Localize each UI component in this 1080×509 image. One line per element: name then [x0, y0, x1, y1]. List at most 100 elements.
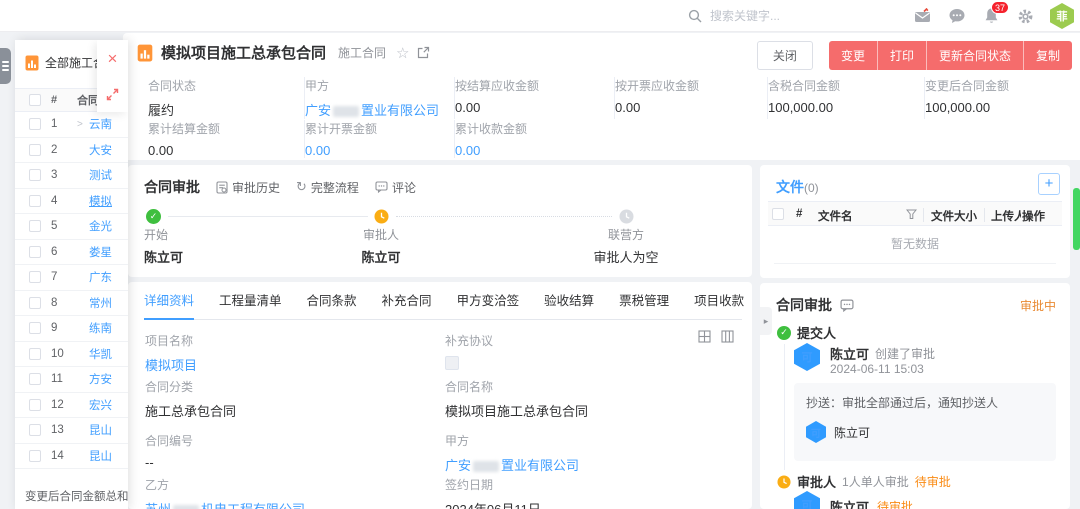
global-search[interactable]	[688, 0, 840, 32]
row-checkbox[interactable]	[29, 169, 41, 181]
col-index: #	[51, 94, 77, 106]
copy-button[interactable]: 复制	[1023, 41, 1072, 70]
party-a-link[interactable]: 广安置业有限公司	[445, 455, 579, 474]
close-button[interactable]: 关闭	[757, 41, 813, 70]
tab-party-a-changes[interactable]: 甲方变洽签	[457, 282, 520, 320]
files-col-index: #	[796, 208, 802, 220]
filter-funnel-icon[interactable]	[906, 209, 917, 220]
project-link[interactable]: 模拟项目	[145, 355, 197, 374]
sidebar-collapse-handle[interactable]	[0, 48, 11, 84]
panel-collapse-handle[interactable]: ▸	[760, 307, 772, 335]
notifications-bell-icon[interactable]: 37	[982, 7, 1000, 25]
row-checkbox[interactable]	[29, 297, 41, 309]
total-received-link[interactable]: 0.00	[455, 143, 605, 158]
contract-link[interactable]: 华凯	[89, 346, 112, 362]
external-link-icon[interactable]	[417, 46, 430, 59]
row-index: 13	[51, 424, 77, 436]
row-checkbox[interactable]	[29, 348, 41, 360]
table-row: 8常州	[15, 291, 128, 317]
row-index: 7	[51, 271, 77, 283]
total-invoiced-link[interactable]: 0.00	[305, 143, 444, 158]
history-doc-icon	[216, 181, 228, 194]
close-icon[interactable]: ×	[97, 40, 128, 76]
row-checkbox[interactable]	[29, 118, 41, 130]
supplement-checkbox[interactable]	[445, 356, 459, 370]
search-input[interactable]	[710, 9, 840, 23]
comments-link[interactable]: 评论	[375, 179, 416, 196]
row-checkbox[interactable]	[29, 144, 41, 156]
row-checkbox[interactable]	[29, 246, 41, 258]
mail-icon[interactable]	[914, 7, 932, 25]
contract-link[interactable]: 测试	[89, 167, 112, 183]
contract-link[interactable]: 大安	[89, 142, 112, 158]
tab-bar: 详细资料 工程量清单 合同条款 补充合同 甲方变洽签 验收结算 票税管理 项目收…	[144, 282, 742, 320]
favorite-star-icon[interactable]: ☆	[396, 44, 409, 62]
scrollbar-thumb[interactable]	[1073, 188, 1080, 250]
tab-receipts[interactable]: 项目收款	[694, 282, 744, 320]
row-checkbox[interactable]	[29, 373, 41, 385]
contract-table: # 合同 1 > 云南 2大安 3测试 4模拟 5金光 6娄星 7广东 8常州 …	[15, 88, 128, 469]
approval-timeline-panel: 合同审批 审批中 ▸ ✓ 提交人 可 陈立可 创建了审批 2024-06-11 …	[760, 283, 1070, 509]
full-process-link[interactable]: ↻ 完整流程	[296, 179, 359, 196]
row-checkbox[interactable]	[29, 399, 41, 411]
chat-icon[interactable]	[948, 7, 966, 25]
table-row: 13 昆山	[15, 418, 128, 444]
row-checkbox[interactable]	[29, 450, 41, 462]
table-row: 9练南	[15, 316, 128, 342]
contract-link[interactable]: 常州	[89, 295, 112, 311]
contract-link[interactable]: 练南	[89, 320, 112, 336]
contract-list-sidebar: 全部施工合同 × # 合同 1 > 云南 2大安 3测试	[15, 40, 128, 509]
detail-tabs-panel: 详细资料 工程量清单 合同条款 补充合同 甲方变洽签 验收结算 票税管理 项目收…	[128, 282, 752, 509]
tab-supplement[interactable]: 补充合同	[382, 282, 432, 320]
expand-chevron-icon[interactable]: >	[77, 119, 89, 130]
approval-history-link[interactable]: 审批历史	[216, 179, 280, 196]
contract-link[interactable]: 宏兴	[89, 397, 112, 413]
redacted-text	[473, 461, 499, 472]
settings-gear-icon[interactable]	[1016, 7, 1034, 25]
notification-badge: 37	[991, 1, 1009, 14]
contract-link[interactable]: 方安	[89, 371, 112, 387]
change-button[interactable]: 变更	[829, 41, 877, 70]
select-all-checkbox[interactable]	[29, 94, 41, 106]
tab-terms[interactable]: 合同条款	[307, 282, 357, 320]
field-supplement: 补充协议	[445, 332, 493, 370]
party-a-link[interactable]: 广安置业有限公司	[305, 100, 444, 119]
field-contract-name: 合同名称 模拟项目施工总承包合同	[445, 378, 588, 420]
user-avatar[interactable]: 菲	[1050, 3, 1074, 29]
user-avatar: 可	[794, 491, 820, 509]
contract-link[interactable]: 广东	[89, 269, 112, 285]
print-button[interactable]: 打印	[877, 41, 926, 70]
row-checkbox[interactable]	[29, 424, 41, 436]
files-select-all-checkbox[interactable]	[772, 208, 784, 220]
stats-row-1: 合同状态 履约 甲方 广安置业有限公司 按结算应收金额 0.00 按开票应收金额…	[148, 77, 1019, 119]
row-checkbox[interactable]	[29, 220, 41, 232]
contract-link[interactable]: 昆山	[89, 448, 112, 464]
tab-acceptance[interactable]: 验收结算	[544, 282, 594, 320]
row-checkbox[interactable]	[29, 195, 41, 207]
column-view-icon[interactable]	[721, 330, 734, 343]
table-row: 6娄星	[15, 240, 128, 266]
add-file-button[interactable]: +	[1038, 173, 1060, 195]
grid-view-icon[interactable]	[698, 330, 711, 343]
tab-tax[interactable]: 票税管理	[619, 282, 669, 320]
row-checkbox[interactable]	[29, 271, 41, 283]
flow-connector	[168, 216, 368, 217]
table-row: 3测试	[15, 163, 128, 189]
row-checkbox[interactable]	[29, 322, 41, 334]
stat-total-settled: 累计结算金额 0.00	[148, 120, 305, 158]
table-row: 2大安	[15, 138, 128, 164]
comment-icon[interactable]	[840, 299, 854, 312]
contract-link[interactable]: 金光	[89, 218, 112, 234]
pending-clock-icon	[777, 475, 791, 489]
update-status-button[interactable]: 更新合同状态	[926, 41, 1023, 70]
sidebar-toolbar: ×	[97, 40, 128, 112]
tab-boq[interactable]: 工程量清单	[219, 282, 282, 320]
contract-link[interactable]: 昆山	[89, 422, 112, 438]
contract-link[interactable]: 娄星	[89, 244, 112, 260]
contract-link-active[interactable]: 模拟	[89, 193, 112, 209]
expand-icon[interactable]	[97, 76, 128, 112]
party-b-link[interactable]: 苏州机电工程有限公司	[145, 499, 305, 509]
tab-detail-info[interactable]: 详细资料	[144, 282, 194, 320]
contract-link[interactable]: 云南	[89, 116, 112, 132]
stat-total-invoiced: 累计开票金额 0.00	[305, 120, 455, 158]
